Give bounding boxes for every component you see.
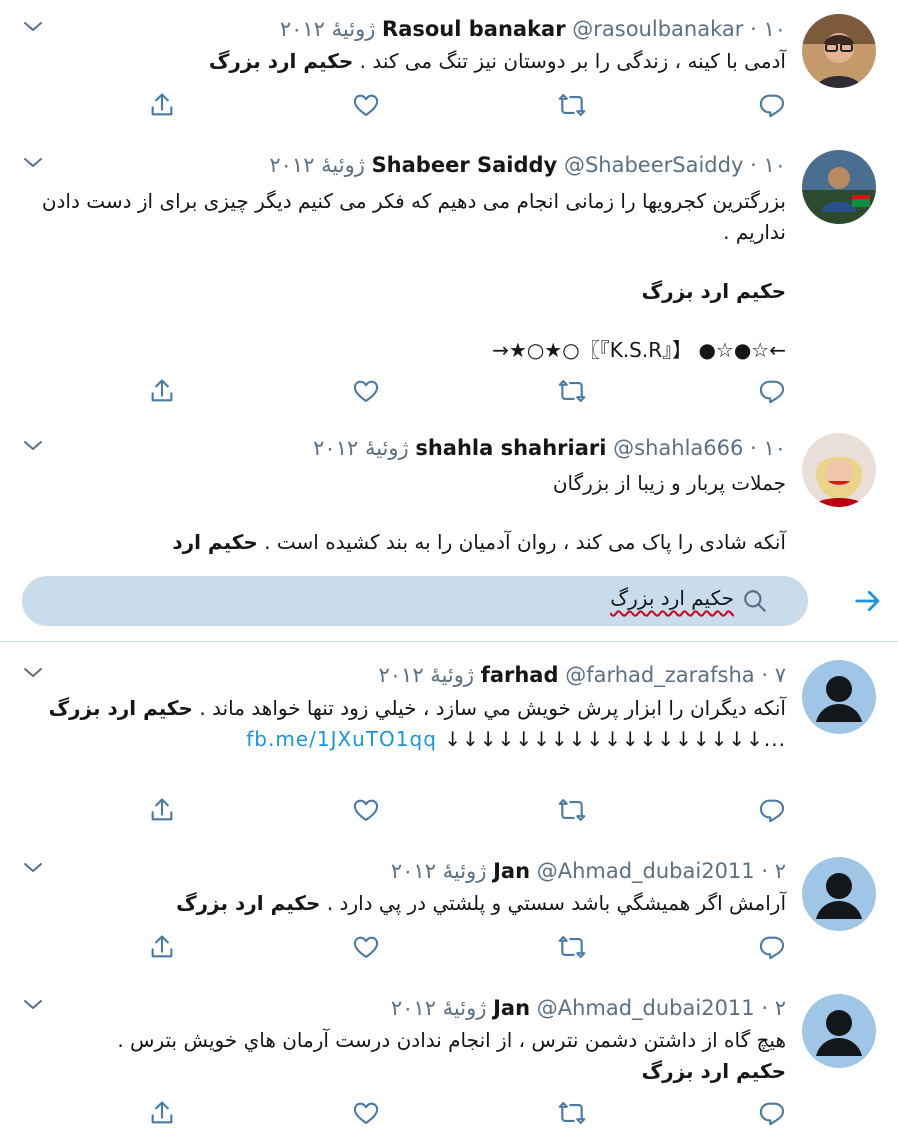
- separator: ·: [750, 436, 757, 460]
- tweet-header: Shabeer Saiddy @ShabeerSaiddy · ۱۰ ژوئیه…: [60, 150, 786, 180]
- tweet-text: بزرگترین کجرویها را زمانی انجام می دهیم …: [24, 186, 786, 366]
- retweet-icon[interactable]: [558, 933, 586, 961]
- tweet-text-line: هيچ گاه از داشتن دشمن نترس ، از انجام ند…: [117, 1028, 786, 1052]
- separator: ·: [761, 996, 769, 1020]
- reply-icon[interactable]: [758, 933, 786, 961]
- chevron-down-icon[interactable]: [22, 437, 44, 455]
- avatar[interactable]: [802, 660, 876, 734]
- tweet-actions: [0, 91, 786, 119]
- arrow-right-icon[interactable]: [853, 586, 883, 616]
- author-name[interactable]: shahla shahriari: [415, 436, 606, 460]
- avatar[interactable]: [802, 433, 876, 507]
- share-icon[interactable]: [148, 377, 176, 405]
- author-name[interactable]: Jan: [493, 996, 530, 1020]
- author-handle[interactable]: @Ahmad_dubai2011: [537, 996, 755, 1020]
- hashtag-bold-text: حکیم ارد بزرگ: [176, 891, 321, 915]
- like-icon[interactable]: [352, 933, 380, 961]
- avatar[interactable]: [802, 857, 876, 931]
- like-icon[interactable]: [352, 377, 380, 405]
- chevron-down-icon[interactable]: [22, 996, 44, 1014]
- tweet-header: shahla shahriari @shahla666 · ۱۰ ژوئیهٔ …: [60, 433, 786, 463]
- author-handle[interactable]: @ShabeerSaiddy: [564, 153, 743, 177]
- tweet-decoration-line: ←☆●☆● 【『K.S.R』〗○★○★→: [492, 338, 786, 362]
- tweet-header: farhad @farhad_zarafsha · ۷ ژوئیهٔ ۲۰۱۲: [60, 660, 786, 690]
- separator: ·: [761, 663, 769, 687]
- tweet[interactable]: shahla shahriari @shahla666 · ۱۰ ژوئیهٔ …: [0, 419, 898, 561]
- retweet-icon[interactable]: [558, 377, 586, 405]
- chevron-down-icon[interactable]: [22, 664, 44, 682]
- share-icon[interactable]: [148, 1099, 176, 1127]
- hashtag-bold-text: حکیم ارد بزرگ: [641, 279, 786, 303]
- tweet-text: هيچ گاه از داشتن دشمن نترس ، از انجام ند…: [24, 1025, 786, 1087]
- search-icon[interactable]: [742, 588, 768, 614]
- tweet-header: Rasoul banakar @rasoulbanakar · ۱۰ ژوئیه…: [60, 14, 786, 44]
- author-handle[interactable]: @farhad_zarafsha: [565, 663, 754, 687]
- like-icon[interactable]: [352, 796, 380, 824]
- chevron-down-icon[interactable]: [22, 154, 44, 172]
- author-handle[interactable]: @rasoulbanakar: [572, 17, 743, 41]
- tweet-text-line: آنکه دیگران را ابزار پرش خويش مي سازد ، …: [199, 696, 786, 720]
- search-bar: حکیم ارد بزرگ: [0, 561, 898, 642]
- tweet[interactable]: Shabeer Saiddy @ShabeerSaiddy · ۱۰ ژوئیه…: [0, 136, 898, 420]
- reply-icon[interactable]: [758, 1099, 786, 1127]
- author-name[interactable]: Jan: [493, 859, 530, 883]
- avatar[interactable]: [802, 150, 876, 224]
- tweet-text-line: آنکه شادی را پاک می کند ، روان آدمیان را…: [264, 530, 786, 554]
- tweet-actions: [0, 1099, 786, 1127]
- author-name[interactable]: Rasoul banakar: [382, 17, 566, 41]
- tweet[interactable]: Rasoul banakar @rasoulbanakar · ۱۰ ژوئیه…: [0, 0, 898, 137]
- share-icon[interactable]: [148, 796, 176, 824]
- share-icon[interactable]: [148, 933, 176, 961]
- tweet-text-line: آرامش اگر هميشگي باشد سستي و پلشتي در پي…: [326, 891, 786, 915]
- tweet-header: Jan @Ahmad_dubai2011 · ۲ ژوئیهٔ ۲۰۱۲: [60, 856, 786, 886]
- retweet-icon[interactable]: [558, 1099, 586, 1127]
- tweet-header: Jan @Ahmad_dubai2011 · ۲ ژوئیهٔ ۲۰۱۲: [60, 993, 786, 1023]
- like-icon[interactable]: [352, 91, 380, 119]
- author-name[interactable]: Shabeer Saiddy: [372, 153, 558, 177]
- separator: ·: [750, 17, 757, 41]
- hashtag-bold-text: حکیم ارد بزرگ: [208, 49, 354, 73]
- like-icon[interactable]: [352, 1099, 380, 1127]
- tweet-text: آدمی با کینه ، زندگی را بر دوستان نیز تن…: [24, 46, 786, 77]
- author-handle[interactable]: @shahla666: [613, 436, 743, 460]
- tweet-text-line: بزرگترین کجرویها را زمانی انجام می دهیم …: [41, 189, 786, 244]
- tweet-actions: [0, 377, 786, 405]
- chevron-down-icon[interactable]: [22, 859, 44, 877]
- retweet-icon[interactable]: [558, 796, 586, 824]
- tweet[interactable]: Jan @Ahmad_dubai2011 · ۲ ژوئیهٔ ۲۰۱۲ هيچ…: [0, 976, 898, 1141]
- tweet[interactable]: farhad @farhad_zarafsha · ۷ ژوئیهٔ ۲۰۱۲ …: [0, 642, 898, 840]
- reply-icon[interactable]: [758, 377, 786, 405]
- hashtag-bold-text: حکیم ارد: [172, 530, 258, 554]
- tweet-text-line: آدمی با کینه ، زندگی را بر دوستان نیز تن…: [359, 49, 786, 73]
- reply-icon[interactable]: [758, 91, 786, 119]
- share-icon[interactable]: [148, 91, 176, 119]
- arrows-text: ↓↓↓↓↓↓↓↓↓↓↓↓↓↓↓↓↓↓...: [444, 727, 786, 751]
- retweet-icon[interactable]: [558, 91, 586, 119]
- tweet-actions: [0, 796, 786, 824]
- tweet-text-line: جملات پربار و زیبا از بزرگان: [552, 471, 786, 495]
- tweet-actions: [0, 933, 786, 961]
- avatar[interactable]: [802, 14, 876, 88]
- tweet-text: آنکه دیگران را ابزار پرش خويش مي سازد ، …: [24, 693, 786, 755]
- hashtag-bold-text: حکیم ارد بزرگ: [48, 696, 193, 720]
- reply-icon[interactable]: [758, 796, 786, 824]
- separator: ·: [761, 859, 769, 883]
- author-name[interactable]: farhad: [481, 663, 559, 687]
- tweet-text: آرامش اگر هميشگي باشد سستي و پلشتي در پي…: [24, 888, 786, 919]
- separator: ·: [750, 153, 757, 177]
- tweet-link[interactable]: fb.me/1JXuTO1qq: [246, 727, 437, 751]
- chevron-down-icon[interactable]: [22, 18, 44, 36]
- search-query-text[interactable]: حکیم ارد بزرگ: [610, 586, 734, 610]
- tweet-text: جملات پربار و زیبا از بزرگان آنکه شادی ر…: [24, 468, 786, 558]
- hashtag-bold-text: حکیم ارد بزرگ: [641, 1059, 786, 1083]
- search-input[interactable]: حکیم ارد بزرگ: [22, 576, 808, 626]
- avatar[interactable]: [802, 994, 876, 1068]
- tweet[interactable]: Jan @Ahmad_dubai2011 · ۲ ژوئیهٔ ۲۰۱۲ آرا…: [0, 839, 898, 977]
- author-handle[interactable]: @Ahmad_dubai2011: [537, 859, 755, 883]
